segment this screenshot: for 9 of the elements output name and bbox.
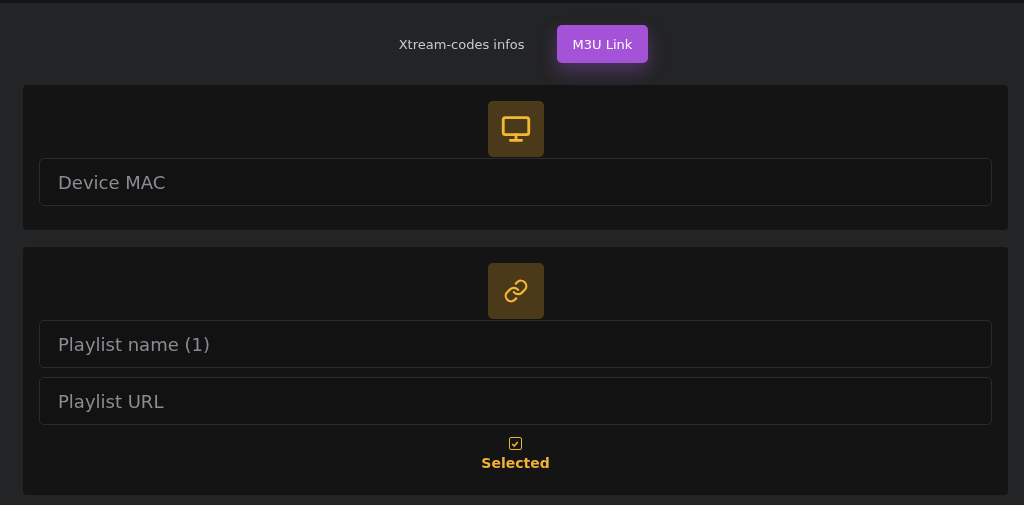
checkbox[interactable]: [509, 437, 522, 450]
tab[interactable]: M3U Link: [556, 25, 649, 63]
link-icon: [487, 263, 544, 319]
monitor-icon: [487, 101, 544, 157]
input-field[interactable]: Playlist URL: [39, 377, 992, 425]
input-field[interactable]: Device MAC: [39, 158, 992, 206]
input-field[interactable]: Playlist name (1): [39, 320, 992, 368]
checkbox-label: Selected: [481, 455, 550, 471]
tab[interactable]: Xtream-codes infos: [382, 25, 541, 63]
